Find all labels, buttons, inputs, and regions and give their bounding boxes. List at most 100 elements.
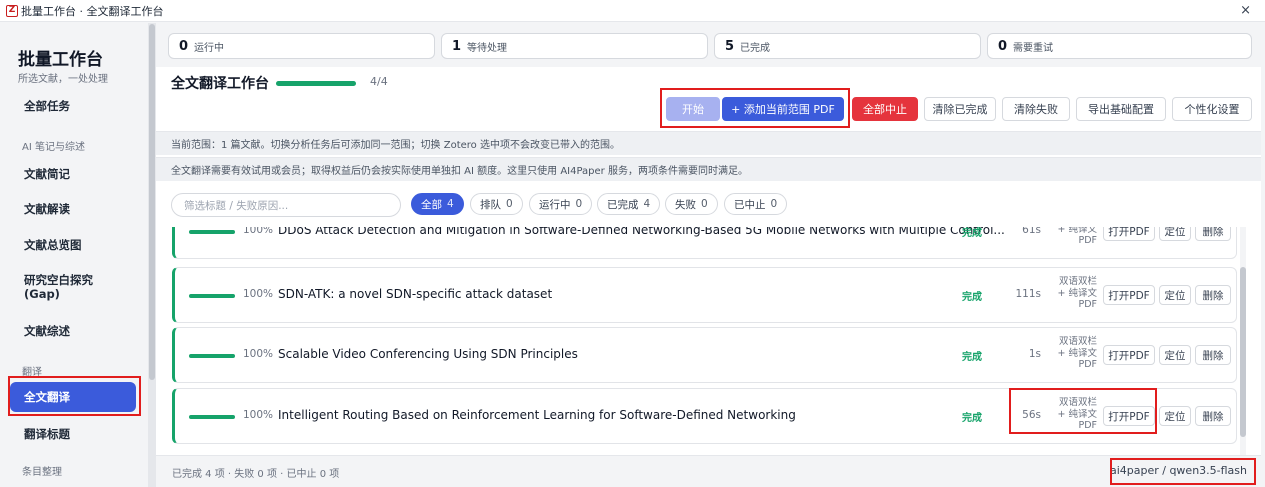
info-scope: 当前范围：1 篇文献。切换分析任务后可添加同一范围；切换 Zotero 选中项不…: [156, 131, 1261, 155]
overall-progress-bar: [276, 81, 356, 86]
filter-chip-stopped[interactable]: 已中止 0: [724, 193, 788, 215]
sidebar-section-translate: 翻译: [22, 367, 42, 378]
chip-label: 失败: [675, 198, 696, 211]
open-pdf-button[interactable]: 打开PDF: [1103, 345, 1155, 365]
task-row: 100% Intelligent Routing Based on Reinfo…: [172, 388, 1237, 444]
filter-chip-running[interactable]: 运行中 0: [529, 193, 593, 215]
task-output-mode: 双语双栏 + 纯译文 PDF: [1057, 227, 1097, 246]
sidebar-section-ai: AI 笔记与综述: [22, 142, 85, 153]
task-list: 100% DDoS Attack Detection and Mitigatio…: [156, 227, 1261, 455]
status-footer: 已完成 4 项 · 失败 0 项 · 已中止 0 项 ai4paper / qw…: [156, 455, 1261, 487]
task-row: 100% DDoS Attack Detection and Mitigatio…: [172, 227, 1237, 259]
sidebar: 批量工作台 所选文献，一处处理 全部任务 AI 笔记与综述 文献简记 文献解读 …: [0, 23, 148, 487]
app-logo-icon: Z: [6, 4, 18, 17]
chip-label: 已完成: [607, 198, 639, 211]
personalize-button[interactable]: 个性化设置: [1172, 97, 1252, 121]
filter-chip-done[interactable]: 已完成 4: [597, 193, 661, 215]
delete-button[interactable]: 删除: [1195, 406, 1231, 426]
overall-progress-count: 4/4: [370, 75, 388, 88]
footer-summary: 已完成 4 项 · 失败 0 项 · 已中止 0 项: [172, 469, 340, 480]
task-duration: 56s: [1022, 409, 1041, 421]
task-output-mode: 双语双栏 + 纯译文 PDF: [1057, 397, 1097, 431]
filter-chip-failed[interactable]: 失败 0: [665, 193, 718, 215]
chip-count: 0: [701, 198, 708, 210]
delete-button[interactable]: 删除: [1195, 227, 1231, 241]
task-progress-bar: [189, 415, 235, 419]
window-title: 批量工作台 · 全文翻译工作台: [21, 4, 164, 18]
export-config-button[interactable]: 导出基础配置: [1076, 97, 1166, 121]
stat-card-pending: 1 等待处理: [441, 33, 708, 59]
locate-button[interactable]: 定位: [1159, 227, 1191, 241]
overall-progress-fill: [276, 81, 356, 86]
task-title: DDoS Attack Detection and Mitigation in …: [278, 227, 1005, 237]
stat-number: 1: [452, 38, 462, 54]
clear-done-button[interactable]: 清除已完成: [924, 97, 996, 121]
sidebar-item-all-tasks[interactable]: 全部任务: [10, 91, 136, 121]
sidebar-item-gap[interactable]: 研究空白探究 (Gap): [10, 267, 136, 307]
task-duration: 61s: [1022, 227, 1041, 236]
sidebar-item-title-translate[interactable]: 翻译标题: [10, 419, 136, 449]
task-row: 100% Scalable Video Conferencing Using S…: [172, 327, 1237, 383]
task-title: Intelligent Routing Based on Reinforceme…: [278, 408, 796, 422]
sidebar-scrollbar-thumb[interactable]: [149, 24, 155, 380]
open-pdf-button[interactable]: 打开PDF: [1103, 227, 1155, 241]
stat-card-retry: 0 需要重试: [987, 33, 1252, 59]
stat-label: 需要重试: [1013, 42, 1054, 54]
task-status-badge: 完成: [962, 352, 982, 363]
task-status-badge: 完成: [962, 228, 982, 239]
add-pdf-button[interactable]: + 添加当前范围 PDF: [722, 97, 844, 121]
task-progress-bar: [189, 230, 235, 234]
chip-count: 0: [575, 198, 583, 210]
stop-all-button[interactable]: 全部中止: [852, 97, 918, 121]
sidebar-brand: 批量工作台: [18, 50, 103, 70]
stat-number: 0: [179, 38, 189, 54]
stat-label: 等待处理: [467, 42, 508, 54]
task-output-mode: 双语双栏 + 纯译文 PDF: [1057, 336, 1097, 370]
start-button[interactable]: 开始: [666, 97, 720, 121]
task-percent: 100%: [243, 348, 274, 360]
close-icon[interactable]: ×: [1240, 3, 1251, 18]
open-pdf-button[interactable]: 打开PDF: [1103, 285, 1155, 305]
sidebar-item-overview[interactable]: 文献总览图: [10, 230, 136, 260]
locate-button[interactable]: 定位: [1159, 345, 1191, 365]
sidebar-item-reading[interactable]: 文献解读: [10, 194, 136, 224]
task-percent: 100%: [243, 288, 274, 300]
delete-button[interactable]: 删除: [1195, 345, 1231, 365]
stat-label: 运行中: [194, 42, 225, 54]
translate-workspace-panel: 全文翻译工作台 4/4 开始 + 添加当前范围 PDF 全部中止 清除已完成 清…: [156, 67, 1261, 487]
window-titlebar: Z 批量工作台 · 全文翻译工作台 ×: [0, 0, 1265, 22]
delete-button[interactable]: 删除: [1195, 285, 1231, 305]
chip-count: 4: [643, 198, 651, 210]
filter-chip-all[interactable]: 全部 4: [411, 193, 464, 215]
clear-failed-button[interactable]: 清除失败: [1002, 97, 1070, 121]
chip-count: 4: [447, 198, 454, 210]
sidebar-subtitle: 所选文献，一处处理: [18, 74, 108, 85]
sidebar-item-brief[interactable]: 文献简记: [10, 159, 136, 189]
main-area: 0 运行中 1 等待处理 5 已完成 0 需要重试 全文翻译工作台 4/4 开始…: [156, 23, 1265, 487]
chip-count: 0: [506, 198, 513, 210]
locate-button[interactable]: 定位: [1159, 406, 1191, 426]
sidebar-item-full-translate[interactable]: 全文翻译: [10, 382, 136, 412]
stat-label: 已完成: [740, 42, 771, 54]
task-percent: 100%: [243, 409, 274, 421]
task-status-badge: 完成: [962, 292, 982, 303]
task-progress-bar: [189, 354, 235, 358]
footer-model: ai4paper / qwen3.5-flash: [1109, 464, 1247, 477]
sidebar-item-review[interactable]: 文献综述: [10, 316, 136, 346]
stat-number: 0: [998, 38, 1008, 54]
sidebar-section-items: 条目整理: [22, 467, 62, 478]
workspace-title: 全文翻译工作台: [171, 76, 269, 92]
task-row: 100% SDN-ATK: a novel SDN-specific attac…: [172, 267, 1237, 323]
task-list-scrollbar-thumb[interactable]: [1240, 267, 1246, 437]
task-title: SDN-ATK: a novel SDN-specific attack dat…: [278, 287, 553, 301]
filter-bar: 筛选标题 / 失败原因... 全部 4 排队 0 运行中 0 已完成 4 失败 0 已中止…: [156, 183, 1261, 227]
open-pdf-button[interactable]: 打开PDF: [1103, 406, 1155, 426]
stat-card-running: 0 运行中: [168, 33, 435, 59]
filter-chip-queued[interactable]: 排队 0: [470, 193, 523, 215]
stat-card-done: 5 已完成: [714, 33, 981, 59]
filter-search-input[interactable]: 筛选标题 / 失败原因...: [171, 193, 401, 217]
stat-number: 5: [725, 38, 735, 54]
locate-button[interactable]: 定位: [1159, 285, 1191, 305]
task-duration: 111s: [1015, 288, 1041, 300]
chip-label: 已中止: [734, 198, 766, 211]
